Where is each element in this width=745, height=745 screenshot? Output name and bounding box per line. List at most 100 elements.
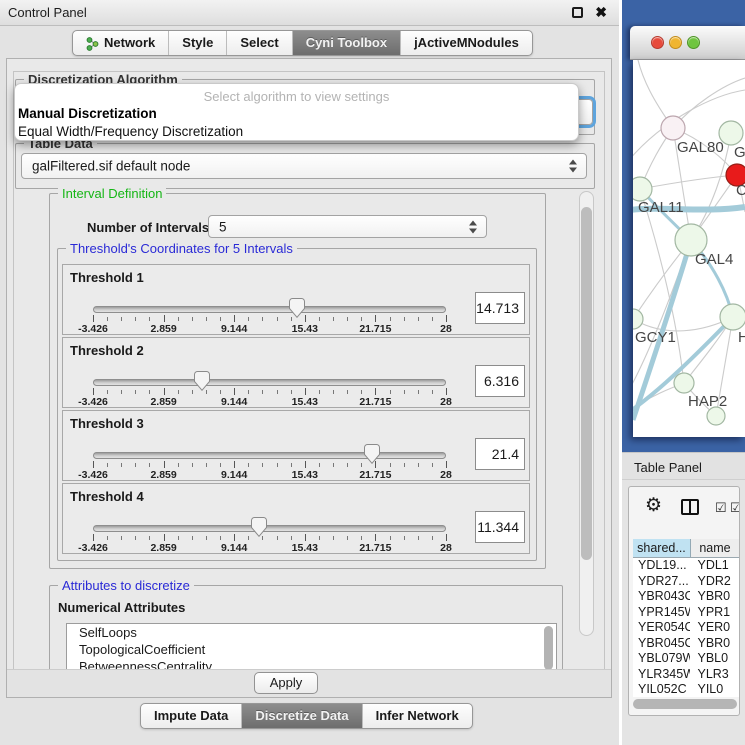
slider-tick (277, 536, 278, 540)
network-node[interactable] (707, 407, 725, 425)
cell-shared-name[interactable]: YER054C (633, 620, 690, 636)
threshold-box: Threshold 1 -3.4262.8599.14415.4321.7152… (62, 264, 530, 335)
network-node-hap2[interactable] (674, 373, 694, 393)
zoom-traffic-light-icon[interactable] (687, 36, 700, 49)
table-header-row: shared... name (633, 539, 739, 558)
tab-infer-network[interactable]: Infer Network (363, 704, 472, 728)
cell-name[interactable]: YBL0 (690, 651, 739, 667)
slider-tick (361, 317, 362, 321)
network-node-h[interactable] (720, 304, 745, 330)
node-label: HAP2 (688, 393, 727, 410)
minimize-traffic-light-icon[interactable] (669, 36, 682, 49)
attribute-list-item[interactable]: SelfLoops (67, 624, 556, 641)
checkbox-icon[interactable]: ☑ (730, 500, 740, 516)
cell-shared-name[interactable]: YDL19... (633, 558, 690, 574)
table-horizontal-scrollbar[interactable] (633, 699, 739, 709)
network-node-gal11[interactable] (633, 177, 652, 201)
cell-shared-name[interactable]: YLR345W (633, 667, 690, 683)
table-row[interactable]: YPR145WYPR1 (633, 605, 739, 621)
split-columns-icon[interactable] (681, 499, 699, 515)
apply-button[interactable]: Apply (254, 672, 318, 694)
slider-tick (234, 315, 235, 322)
network-node-gcy1[interactable] (633, 309, 643, 329)
cell-shared-name[interactable]: YBL079W (633, 651, 690, 667)
cell-name[interactable]: YDL1 (690, 558, 739, 574)
tab-label: jActiveMNodules (414, 32, 519, 54)
close-icon[interactable]: ✖ (595, 4, 607, 21)
slider-tick-label: 28 (416, 396, 476, 408)
node-label: GAL11 (638, 199, 684, 216)
threshold-value-field[interactable]: 6.316 (475, 365, 525, 397)
panel-vertical-scrollbar[interactable] (579, 191, 594, 636)
network-edge[interactable] (673, 78, 745, 128)
slider-tick (121, 536, 122, 540)
number-of-intervals-combobox[interactable]: 5 (208, 215, 487, 238)
table-row[interactable]: YBR043CYBR0 (633, 589, 739, 605)
slider-tick-label: 2.859 (134, 469, 194, 481)
scrollbar-thumb[interactable] (581, 207, 592, 560)
cell-name[interactable]: YBR0 (690, 636, 739, 652)
network-edge[interactable] (640, 175, 737, 189)
threshold-value-field[interactable]: 14.713 (475, 292, 525, 324)
table-row[interactable]: YDR27...YDR2 (633, 574, 739, 590)
attribute-list-item[interactable]: TopologicalCoefficient (67, 641, 556, 658)
list-scrollbar[interactable] (544, 626, 553, 670)
threshold-value-field[interactable]: 21.4 (475, 438, 525, 470)
column-header-name[interactable]: name (691, 539, 739, 558)
table-row[interactable]: YIL052CYIL0 (633, 682, 739, 697)
cell-name[interactable]: YLR3 (690, 667, 739, 683)
table-data-combobox[interactable]: galFiltered.sif default node (21, 153, 587, 179)
cell-name[interactable]: YBR0 (690, 589, 739, 605)
network-canvas[interactable]: GAL80GACGAL11GAL4GCY1HHAP2 (633, 60, 745, 437)
node-label: GAL80 (677, 139, 724, 156)
float-window-icon[interactable] (572, 7, 583, 18)
tab-impute-data[interactable]: Impute Data (141, 704, 242, 728)
tab-jactivemnodules[interactable]: jActiveMNodules (401, 31, 532, 55)
checkbox-icon[interactable]: ☑ (715, 500, 727, 516)
slider-tick (361, 463, 362, 467)
table-row[interactable]: YBL079WYBL0 (633, 651, 739, 667)
slider-tick (234, 534, 235, 541)
slider-tick (418, 317, 419, 321)
threshold-value-field[interactable]: 11.344 (475, 511, 525, 543)
scrollbar-thumb[interactable] (633, 699, 737, 709)
cell-name[interactable]: YDR2 (690, 574, 739, 590)
slider-tick (390, 463, 391, 467)
table-row[interactable]: YDL19...YDL1 (633, 558, 739, 574)
popup-option-equal-width-frequency[interactable]: Equal Width/Frequency Discretization (18, 124, 243, 139)
tab-style[interactable]: Style (169, 31, 227, 55)
settings-gear-icon[interactable]: ⚙ (645, 494, 662, 517)
slider-tick (404, 463, 405, 467)
tab-cyni-toolbox[interactable]: Cyni Toolbox (293, 31, 401, 55)
network-node-ga[interactable] (719, 121, 743, 145)
cell-name[interactable]: YIL0 (690, 682, 739, 697)
tab-select[interactable]: Select (227, 31, 292, 55)
table-row[interactable]: YBR045CYBR0 (633, 636, 739, 652)
cyni-mode-tabs: Impute Data Discretize Data Infer Networ… (140, 703, 473, 729)
cell-shared-name[interactable]: YBR045C (633, 636, 690, 652)
column-header-shared-name[interactable]: shared... (633, 539, 691, 558)
tab-discretize-data[interactable]: Discretize Data (242, 704, 362, 728)
tab-network[interactable]: Network (73, 31, 169, 55)
cell-shared-name[interactable]: YPR145W (633, 605, 690, 621)
slider-tick (375, 388, 376, 395)
network-icon (86, 36, 99, 50)
cell-shared-name[interactable]: YDR27... (633, 574, 690, 590)
slider-tick (291, 390, 292, 394)
cell-name[interactable]: YPR1 (690, 605, 739, 621)
slider-tick (135, 390, 136, 394)
slider-tick-label: 2.859 (134, 323, 194, 335)
network-node-gal80[interactable] (661, 116, 685, 140)
control-panel-tabs: Network Style Select Cyni Toolbox jActiv… (72, 30, 533, 56)
cell-shared-name[interactable]: YIL052C (633, 682, 690, 697)
popup-option-manual-discretization[interactable]: Manual Discretization (18, 106, 157, 121)
table-row[interactable]: YER054CYER0 (633, 620, 739, 636)
cell-shared-name[interactable]: YBR043C (633, 589, 690, 605)
spinner-arrows-icon (568, 160, 578, 173)
cell-name[interactable]: YER0 (690, 620, 739, 636)
close-traffic-light-icon[interactable] (651, 36, 664, 49)
slider-tick (248, 463, 249, 467)
slider-tick (248, 536, 249, 540)
table-row[interactable]: YLR345WYLR3 (633, 667, 739, 683)
slider-tick (107, 536, 108, 540)
